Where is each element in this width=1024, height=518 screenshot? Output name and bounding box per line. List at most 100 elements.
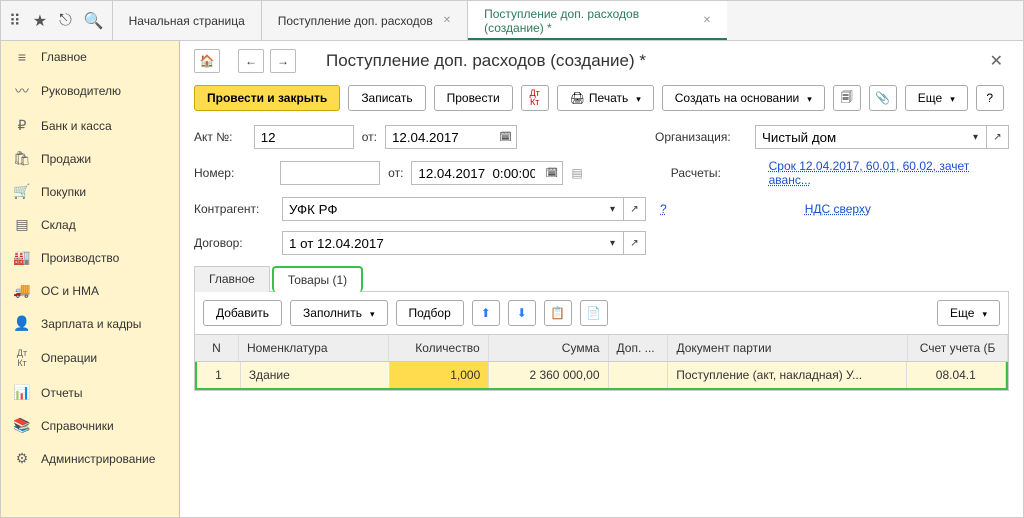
sidebar-item-operations[interactable]: ДтКт Операции <box>1 340 179 376</box>
nomer-label: Номер: <box>194 166 272 180</box>
page-icon[interactable]: ▤ <box>571 166 582 180</box>
sidebar-item-label: Производство <box>41 251 119 265</box>
tab-doc-create[interactable]: Поступление доп. расходов (создание) * ✕ <box>467 1 727 40</box>
dropdown-icon[interactable]: ▾ <box>965 125 987 149</box>
books-icon: 📚 <box>13 417 31 434</box>
sidebar-item-label: Продажи <box>41 152 91 166</box>
up-button[interactable]: ⬆ <box>472 300 500 326</box>
down-button[interactable]: ⬇ <box>508 300 536 326</box>
col-acct[interactable]: Счет учета (Б <box>908 335 1008 361</box>
sidebar-item-salary[interactable]: 👤Зарплата и кадры <box>1 307 179 340</box>
nds-link[interactable]: НДС сверху <box>805 202 871 216</box>
sidebar-item-reports[interactable]: 📊Отчеты <box>1 376 179 409</box>
col-dop[interactable]: Доп. ... <box>609 335 669 361</box>
paste-button[interactable]: 📄 <box>580 300 608 326</box>
org-input[interactable] <box>755 125 965 149</box>
sidebar-item-production[interactable]: 🏭 Производство <box>1 241 179 274</box>
cell-acct: 08.04.1 <box>907 362 1006 388</box>
add-button[interactable]: Добавить <box>203 300 282 326</box>
sidebar-item-label: Банк и касса <box>41 119 112 133</box>
sidebar-item-label: Склад <box>41 218 76 232</box>
select-button[interactable]: Подбор <box>396 300 464 326</box>
search-icon[interactable]: 🔍 <box>84 11 104 31</box>
attach-button[interactable]: 📎 <box>869 85 897 111</box>
copy-button[interactable]: 📋 <box>544 300 572 326</box>
cart-icon: 🛒 <box>13 183 31 200</box>
ot-label: от: <box>388 166 403 180</box>
col-qty[interactable]: Количество <box>389 335 489 361</box>
sidebar-item-label: Отчеты <box>41 386 82 400</box>
sidebar-item-main[interactable]: ≡Главное <box>1 41 179 73</box>
kontr-input[interactable] <box>282 197 602 221</box>
table-row[interactable]: 1 Здание 1,000 2 360 000,00 Поступление … <box>195 362 1008 390</box>
sidebar-item-assets[interactable]: 🚚ОС и НМА <box>1 274 179 307</box>
tab-home[interactable]: Начальная страница <box>112 1 261 40</box>
ruble-icon: ₽ <box>13 117 31 134</box>
dk-button[interactable]: ДтКт <box>521 85 549 111</box>
pin-icon[interactable]: ⎋ <box>59 12 72 30</box>
sidebar-item-label: Операции <box>41 351 97 365</box>
help-button[interactable]: ? <box>976 85 1004 111</box>
calendar-icon[interactable]: 🗓 <box>495 125 517 149</box>
open-icon[interactable]: ↗ <box>987 125 1009 149</box>
sidebar-item-bank[interactable]: ₽ Банк и касса <box>1 109 179 142</box>
open-icon[interactable]: ↗ <box>624 231 646 255</box>
col-n[interactable]: N <box>195 335 239 361</box>
tab-doc-list[interactable]: Поступление доп. расходов ✕ <box>261 1 467 40</box>
back-button[interactable]: ← <box>238 49 264 73</box>
star-icon[interactable]: ★ <box>33 11 47 31</box>
col-sum[interactable]: Сумма <box>489 335 609 361</box>
sidebar-item-catalogs[interactable]: 📚 Справочники <box>1 409 179 442</box>
sidebar-item-sales[interactable]: 🛍 Продажи <box>1 142 179 175</box>
bag-icon: 🛍 <box>13 150 31 167</box>
subtab-goods[interactable]: Товары (1) <box>272 266 363 292</box>
close-icon[interactable]: ✕ <box>443 15 451 26</box>
goods-more-button[interactable]: Еще <box>937 300 1000 326</box>
dogovor-input[interactable] <box>282 231 602 255</box>
subtab-main[interactable]: Главное <box>194 266 270 292</box>
sidebar-item-warehouse[interactable]: ▤Склад <box>1 208 179 241</box>
col-doc[interactable]: Документ партии <box>668 335 908 361</box>
help-link[interactable]: ? <box>660 202 667 216</box>
print-button[interactable]: 🖨 Печать <box>557 85 654 111</box>
post-close-button[interactable]: Провести и закрыть <box>194 85 340 111</box>
sidebar-item-purchases[interactable]: 🛒Покупки <box>1 175 179 208</box>
more-button[interactable]: Еще <box>905 85 968 111</box>
calendar-icon[interactable]: 🗓 <box>541 161 563 185</box>
home-button[interactable]: 🏠 <box>194 49 220 73</box>
forward-button[interactable]: → <box>270 49 296 73</box>
nomer-date-input[interactable] <box>411 161 541 185</box>
org-label: Организация: <box>655 130 745 144</box>
debit-icon: ДтКт <box>13 348 31 368</box>
goods-toolbar: Добавить Заполнить Подбор ⬆ ⬇ 📋 📄 Еще <box>194 291 1009 334</box>
goods-grid: N Номенклатура Количество Сумма Доп. ...… <box>194 334 1009 391</box>
save-button[interactable]: Записать <box>348 85 425 111</box>
sidebar-item-manager[interactable]: 〰Руководителю <box>1 73 179 109</box>
nomer-input[interactable] <box>280 161 380 185</box>
dropdown-icon[interactable]: ▾ <box>602 197 624 221</box>
truck-icon: 🚚 <box>13 282 31 299</box>
akt-date-input[interactable] <box>385 125 495 149</box>
dropdown-icon[interactable]: ▾ <box>602 231 624 255</box>
col-nom[interactable]: Номенклатура <box>239 335 389 361</box>
content: 🏠 ← → Поступление доп. расходов (создани… <box>180 41 1023 517</box>
close-page-icon[interactable]: ✕ <box>984 51 1009 71</box>
factory-icon: 🏭 <box>13 249 31 266</box>
akt-input[interactable] <box>254 125 354 149</box>
close-icon[interactable]: ✕ <box>703 15 711 26</box>
sidebar-item-admin[interactable]: ⚙Администрирование <box>1 442 179 475</box>
open-icon[interactable]: ↗ <box>624 197 646 221</box>
rasch-label: Расчеты: <box>671 166 759 180</box>
tab-strip: Начальная страница Поступление доп. расх… <box>112 1 1023 40</box>
apps-icon[interactable]: ⠿ <box>9 11 21 31</box>
fill-button[interactable]: Заполнить <box>290 300 387 326</box>
post-button[interactable]: Провести <box>434 85 513 111</box>
cell-qty[interactable]: 1,000 <box>390 362 489 388</box>
rasch-link[interactable]: Срок 12.04.2017, 60.01, 60.02, зачет ава… <box>769 159 1009 187</box>
sidebar-item-label: Справочники <box>41 419 114 433</box>
goods-more-label: Еще <box>950 306 974 320</box>
more-label: Еще <box>918 91 942 105</box>
row-akt: Акт №: от: 🗓 Организация: ▾ ↗ <box>194 125 1009 149</box>
create-based-button[interactable]: Создать на основании <box>662 85 825 111</box>
report-button[interactable]: 🗐 <box>833 85 861 111</box>
